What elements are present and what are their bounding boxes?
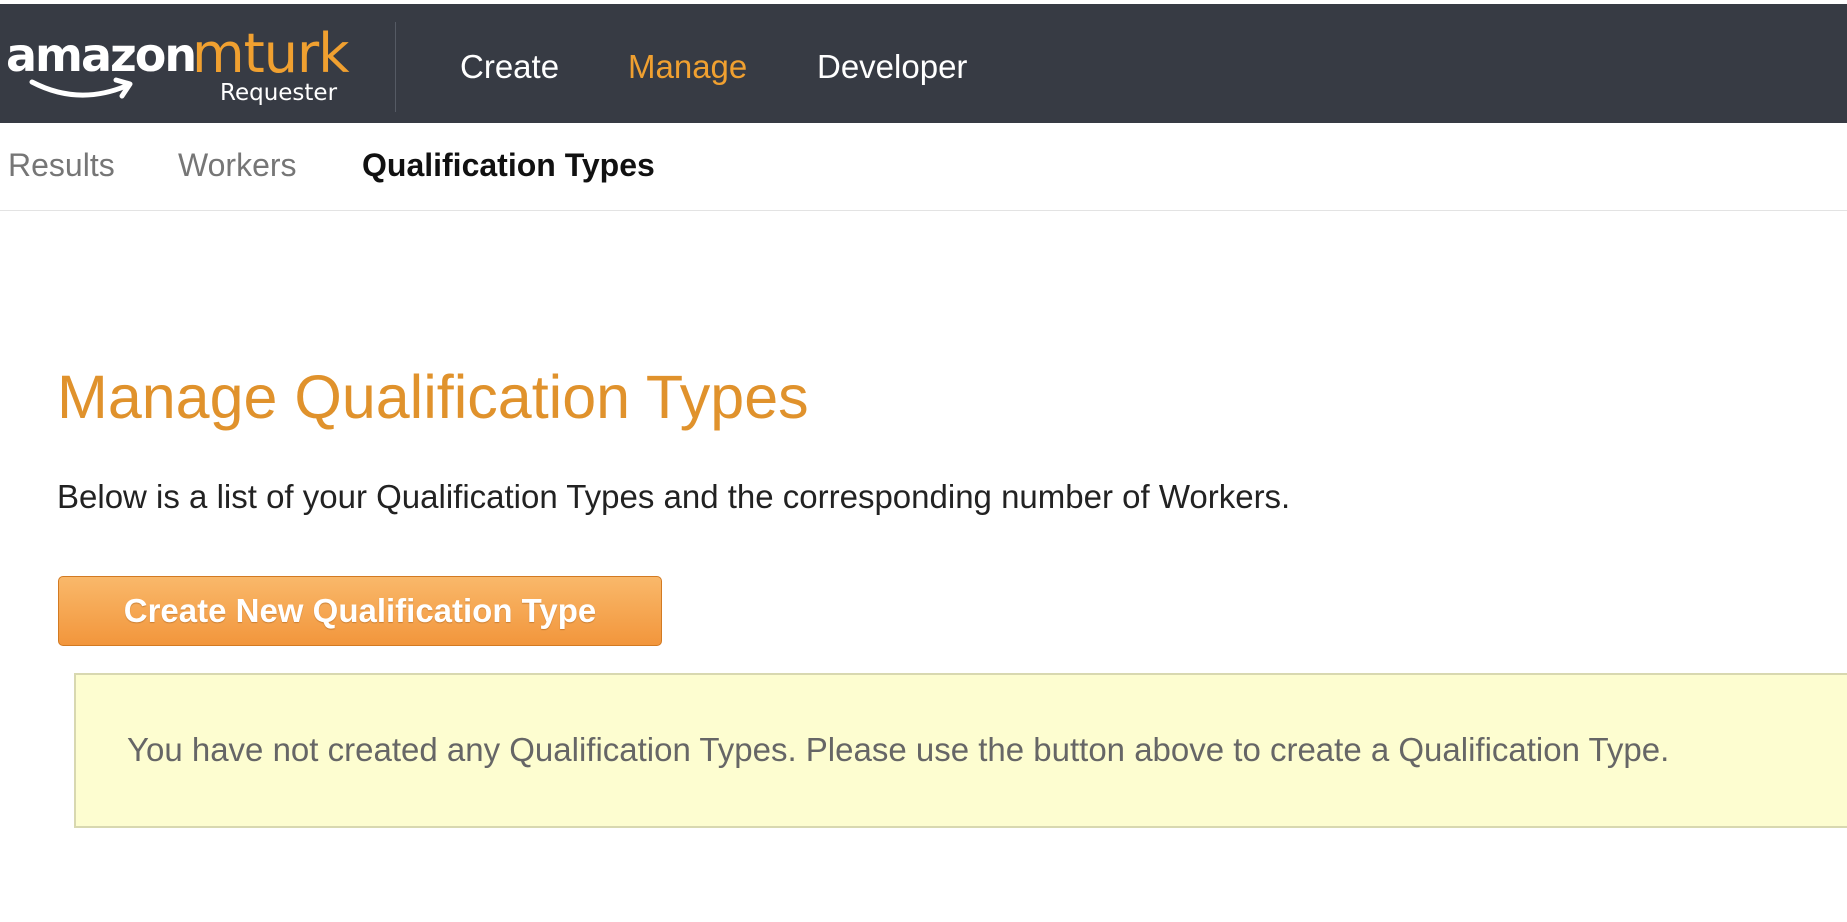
nav-create[interactable]: Create: [460, 48, 559, 86]
logo-subtitle: Requester: [220, 80, 338, 106]
create-qualification-type-button[interactable]: Create New Qualification Type: [58, 576, 662, 646]
tab-qualification-types[interactable]: Qualification Types: [362, 147, 655, 184]
empty-state-message: You have not created any Qualification T…: [127, 731, 1670, 768]
mturk-requester-logo[interactable]: amazon mturk Requester: [6, 22, 349, 114]
tab-results[interactable]: Results: [8, 147, 115, 184]
nav-developer[interactable]: Developer: [817, 48, 967, 86]
create-button-label: Create New Qualification Type: [123, 592, 597, 629]
top-navigation-bar: amazon mturk Requester Create Manage Dev…: [0, 4, 1847, 123]
amazon-smile-icon: [29, 77, 133, 99]
nav-manage[interactable]: Manage: [628, 48, 747, 86]
page-title: Manage Qualification Types: [57, 363, 809, 431]
logo-product-name: mturk: [192, 22, 349, 85]
logo-wordmark: amazon: [6, 28, 197, 82]
header-divider: [395, 22, 396, 112]
page-description: Below is a list of your Qualification Ty…: [57, 478, 1291, 515]
tab-workers[interactable]: Workers: [178, 147, 297, 184]
empty-state-notice: You have not created any Qualification T…: [74, 673, 1847, 828]
sub-nav: Results Workers Qualification Types: [0, 123, 1847, 211]
